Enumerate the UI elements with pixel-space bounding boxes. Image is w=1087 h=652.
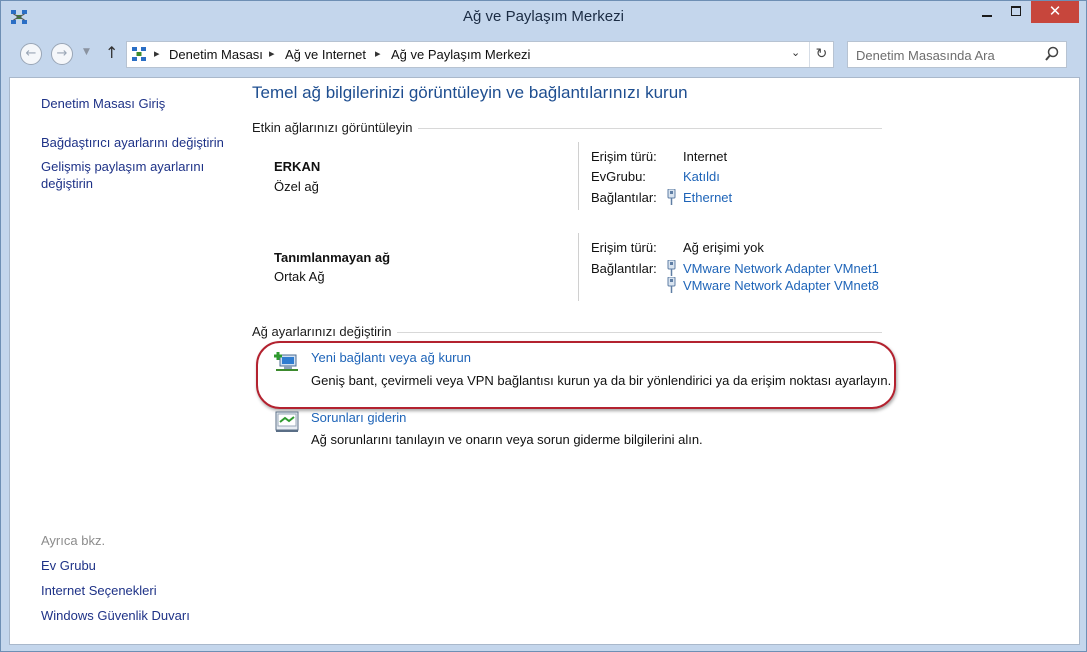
sidebar-link-advanced-sharing[interactable]: Gelişmiş paylaşım ayarlarını değiştirin — [41, 158, 211, 192]
sidebar-link-windows-firewall[interactable]: Windows Güvenlik Duvarı — [41, 607, 190, 624]
ethernet-icon — [667, 189, 676, 205]
troubleshoot-icon[interactable] — [274, 410, 300, 434]
breadcrumb-separator-icon[interactable]: ▸ — [269, 47, 275, 60]
breadcrumb-control-panel[interactable]: Denetim Masası — [169, 47, 263, 62]
minimize-button[interactable] — [973, 1, 1001, 23]
ethernet-icon — [667, 277, 676, 293]
network-type-link[interactable]: Ortak Ağ — [274, 269, 325, 284]
change-settings-heading: Ağ ayarlarınızı değiştirin — [252, 324, 398, 339]
maximize-icon — [1011, 6, 1021, 16]
breadcrumb-separator-icon[interactable]: ▸ — [375, 47, 381, 60]
task-description: Geniş bant, çevirmeli veya VPN bağlantıs… — [311, 373, 892, 388]
search-icon[interactable] — [1044, 45, 1060, 63]
minimize-icon — [982, 15, 992, 17]
homegroup-link[interactable]: Katıldı — [683, 169, 720, 184]
window: Ağ ve Paylaşım Merkezi ✕ ← → ▼ ↑ ▸ Denet… — [0, 0, 1087, 652]
navigation-toolbar: ← → ▼ ↑ ▸ Denetim Masası ▸ Ağ ve Interne… — [1, 33, 1086, 77]
back-arrow-icon[interactable]: ← — [20, 43, 42, 65]
access-type-label: Erişim türü: — [591, 149, 657, 164]
new-connection-icon[interactable] — [274, 350, 300, 374]
breadcrumb-network-sharing-center[interactable]: Ağ ve Paylaşım Merkezi — [391, 47, 530, 62]
sidebar-link-adapter-settings[interactable]: Bağdaştırıcı ayarlarını değiştirin — [41, 134, 224, 151]
active-networks-heading: Etkin ağlarınızı görüntüleyin — [252, 120, 419, 135]
connection-link-vmnet1[interactable]: VMware Network Adapter VMnet1 — [683, 261, 879, 276]
sidebar-link-control-panel-home[interactable]: Denetim Masası Giriş — [41, 95, 165, 112]
task-link-troubleshoot[interactable]: Sorunları giderin — [311, 410, 406, 425]
window-title: Ağ ve Paylaşım Merkezi — [463, 8, 624, 25]
forward-arrow-icon[interactable]: → — [51, 43, 73, 65]
network-name: ERKAN — [274, 159, 321, 174]
control-panel-icon — [132, 47, 146, 61]
search-input[interactable] — [854, 45, 1043, 65]
homegroup-label: EvGrubu: — [591, 169, 646, 184]
access-type-value: Ağ erişimi yok — [683, 240, 764, 255]
connections-label: Bağlantılar: — [591, 261, 657, 276]
breadcrumb-network-internet[interactable]: Ağ ve Internet — [285, 47, 366, 62]
address-dropdown-icon[interactable]: ⌄ — [791, 46, 800, 59]
up-arrow-icon[interactable]: ↑ — [105, 43, 118, 62]
ethernet-icon — [667, 260, 676, 276]
connections-label: Bağlantılar: — [591, 190, 657, 205]
sidebar-link-internet-options[interactable]: Internet Seçenekleri — [41, 582, 157, 599]
recent-locations-chevron-icon[interactable]: ▼ — [83, 47, 90, 57]
maximize-button[interactable] — [1002, 1, 1030, 23]
access-type-label: Erişim türü: — [591, 240, 657, 255]
page-title: Temel ağ bilgilerinizi görüntüleyin ve b… — [252, 83, 688, 102]
content-area: Denetim Masası Giriş Bağdaştırıcı ayarla… — [9, 77, 1080, 645]
breadcrumb-separator-icon[interactable]: ▸ — [154, 47, 160, 60]
address-bar[interactable]: ▸ Denetim Masası ▸ Ağ ve Internet ▸ Ağ v… — [126, 41, 834, 68]
task-link-new-connection[interactable]: Yeni bağlantı veya ağ kurun — [311, 350, 471, 365]
connection-link-ethernet[interactable]: Ethernet — [683, 190, 732, 205]
divider — [578, 233, 579, 301]
network-name: Tanımlanmayan ağ — [274, 250, 391, 265]
access-type-value: Internet — [683, 149, 728, 164]
close-button[interactable]: ✕ — [1031, 1, 1079, 23]
see-also-heading: Ayrıca bkz. — [41, 533, 106, 548]
search-box[interactable] — [847, 41, 1067, 68]
refresh-icon[interactable]: ↻ — [809, 42, 833, 67]
connection-link-vmnet8[interactable]: VMware Network Adapter VMnet8 — [683, 278, 879, 293]
sidebar-link-homegroup[interactable]: Ev Grubu — [41, 557, 96, 574]
title-bar[interactable]: Ağ ve Paylaşım Merkezi ✕ — [1, 1, 1086, 33]
divider — [578, 142, 579, 210]
close-icon: ✕ — [1048, 2, 1062, 20]
network-type-link[interactable]: Özel ağ — [274, 179, 319, 194]
task-description: Ağ sorunlarını tanılayın ve onarın veya … — [311, 432, 703, 447]
